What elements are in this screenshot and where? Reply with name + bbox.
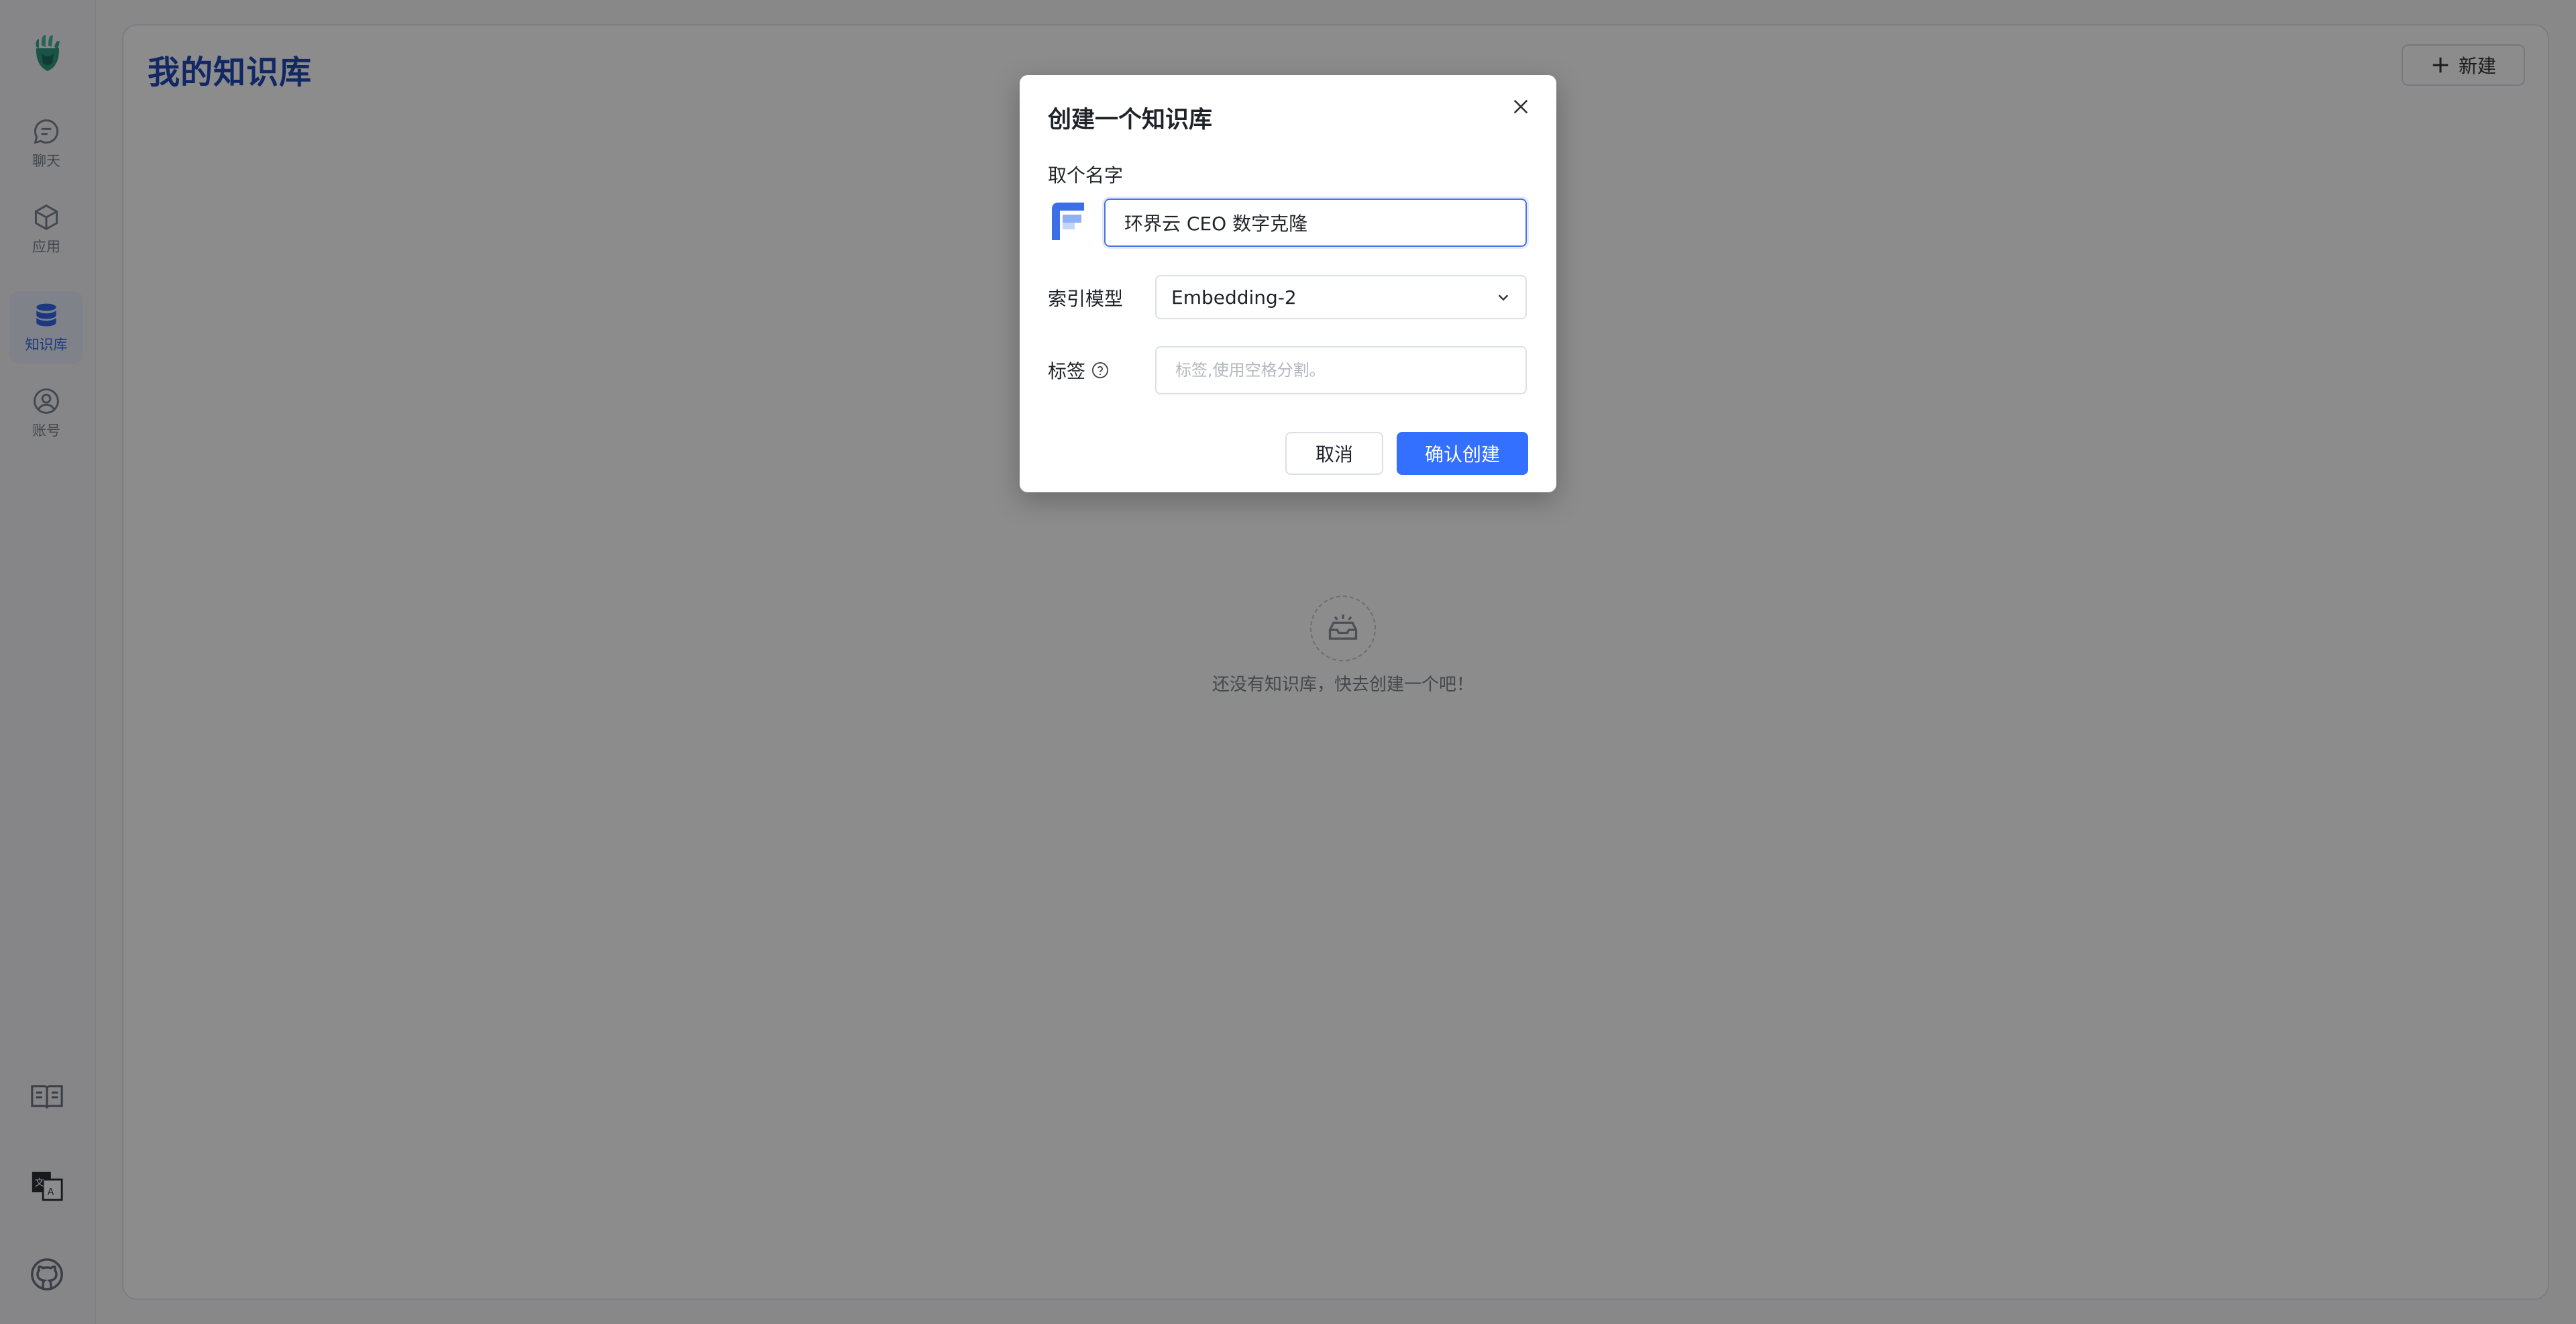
create-knowledge-base-modal: 创建一个知识库 取个名字 索引模型 Embedding-2 标签 取消 bbox=[1020, 75, 1556, 492]
index-model-label: 索引模型 bbox=[1048, 288, 1124, 310]
name-label: 取个名字 bbox=[1048, 164, 1124, 186]
tag-input[interactable] bbox=[1155, 346, 1527, 394]
modal-title: 创建一个知识库 bbox=[1048, 107, 1213, 133]
confirm-create-button[interactable]: 确认创建 bbox=[1397, 432, 1528, 475]
index-model-value: Embedding-2 bbox=[1171, 286, 1297, 309]
index-model-select[interactable]: Embedding-2 bbox=[1155, 275, 1527, 319]
tag-label: 标签 bbox=[1048, 360, 1086, 382]
close-button[interactable] bbox=[1505, 91, 1536, 122]
tag-label-row: 标签 bbox=[1048, 357, 1110, 384]
help-icon[interactable] bbox=[1091, 361, 1110, 380]
knowledge-base-avatar[interactable] bbox=[1048, 200, 1088, 243]
name-input[interactable] bbox=[1104, 199, 1527, 247]
chevron-down-icon bbox=[1498, 294, 1509, 301]
cancel-button[interactable]: 取消 bbox=[1285, 432, 1383, 475]
close-icon bbox=[1513, 99, 1528, 114]
